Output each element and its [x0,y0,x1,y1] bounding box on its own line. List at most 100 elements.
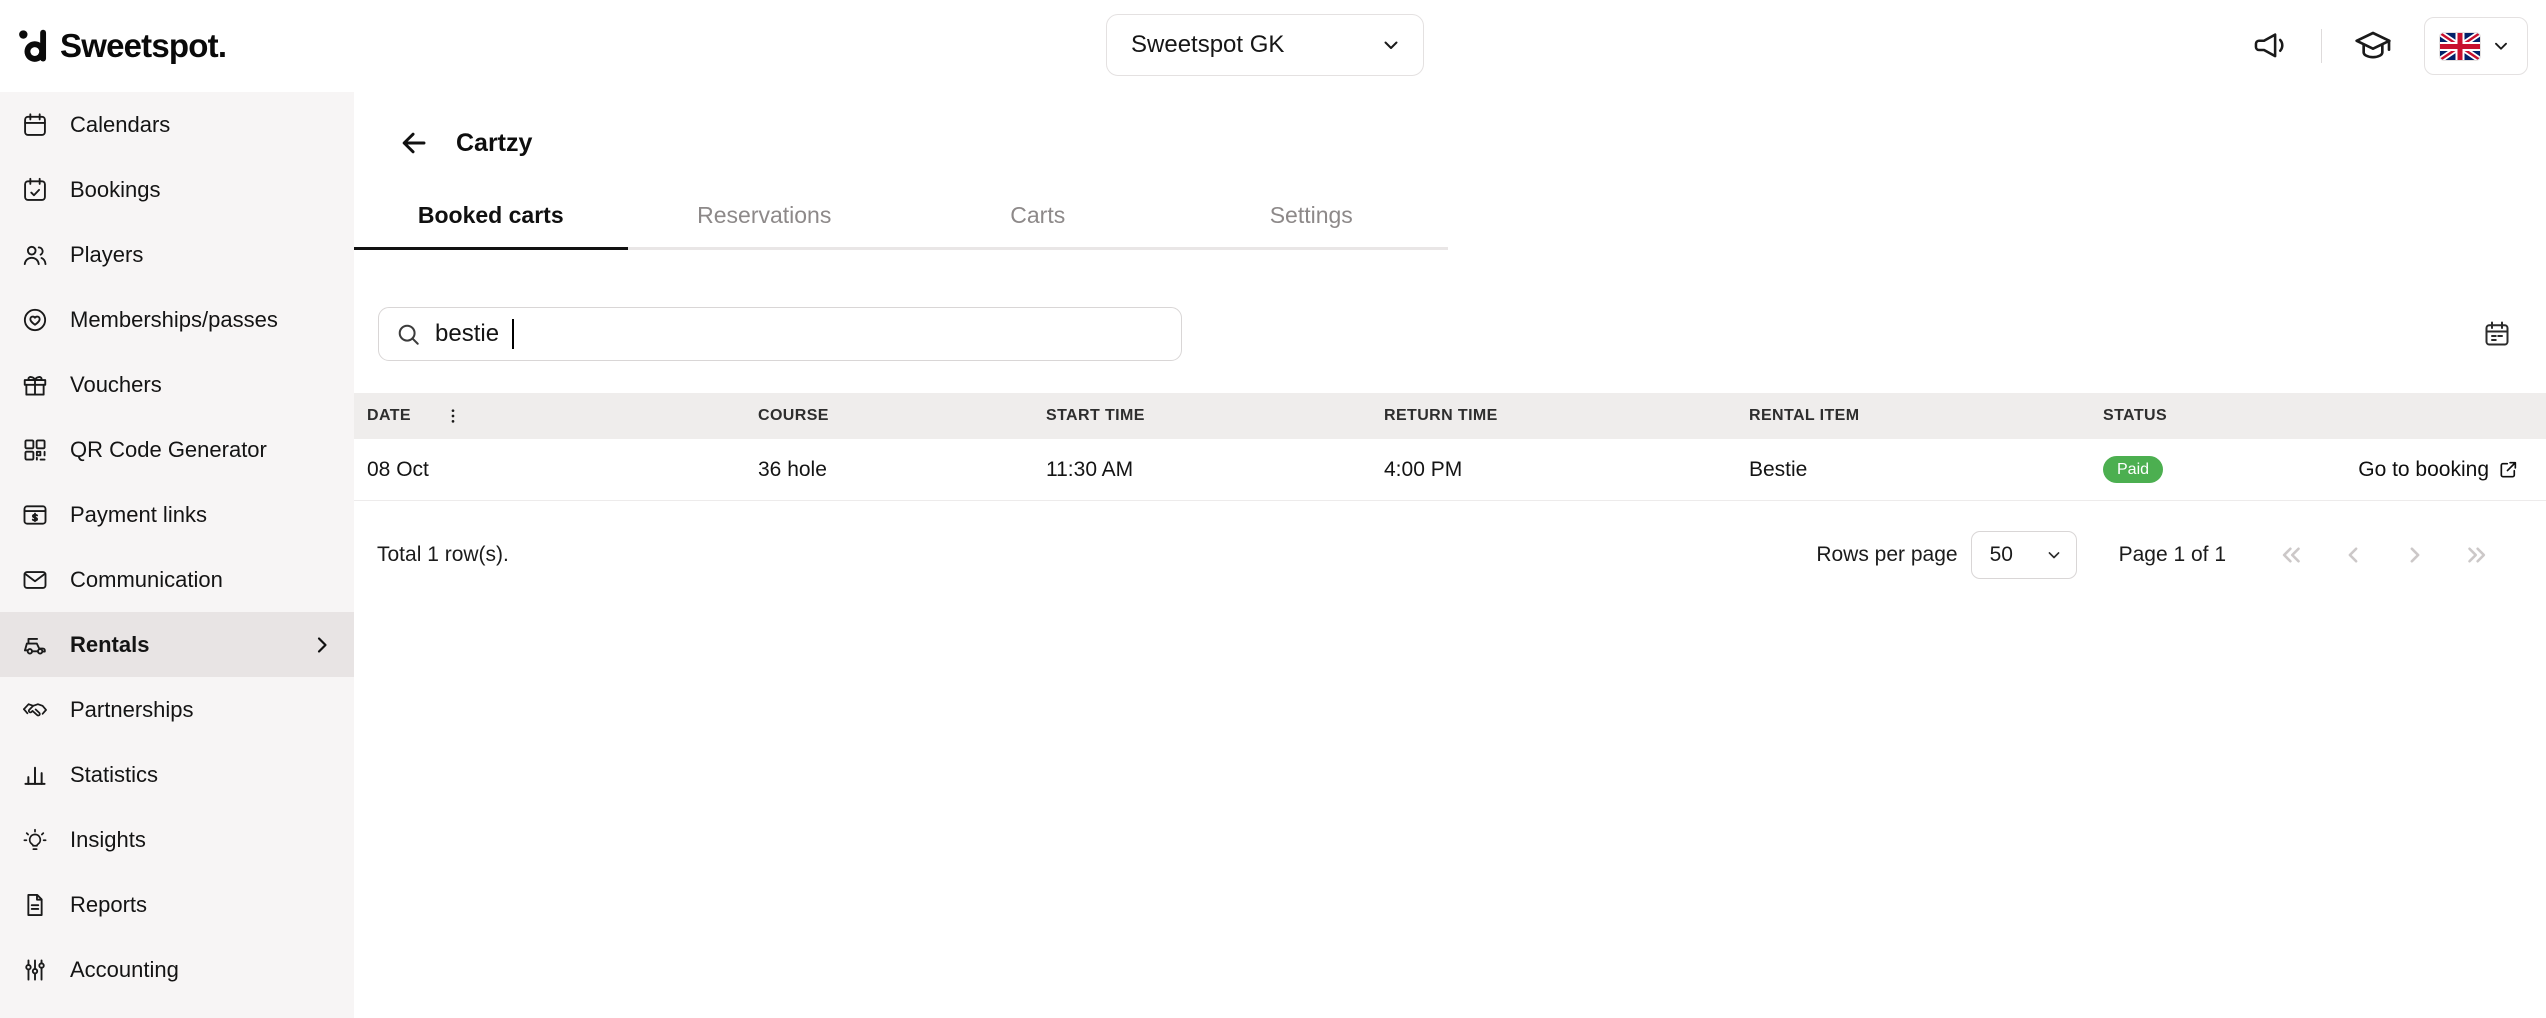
chevron-down-icon [2490,35,2512,57]
chevron-down-icon [1379,33,1403,57]
membership-heart-icon [21,306,49,334]
cell-rental-item: Bestie [1749,458,2103,482]
first-page-button[interactable] [2272,536,2310,574]
chevrons-left-icon [2276,540,2306,570]
sidebar-item-players[interactable]: Players [0,222,354,287]
tab-carts[interactable]: Carts [901,186,1175,247]
last-page-button[interactable] [2458,536,2496,574]
sidebar-item-label: QR Code Generator [70,437,267,463]
people-icon [21,241,49,269]
calendar-check-icon [21,176,49,204]
back-button[interactable] [396,125,432,161]
cell-date: 08 Oct [367,458,758,482]
go-to-booking-link[interactable]: Go to booking [2358,458,2519,482]
calendar-range-icon [2482,319,2512,349]
sidebar-item-qr-code-generator[interactable]: QR Code Generator [0,417,354,482]
total-rows-text: Total 1 row(s). [377,543,509,567]
toolbar: bestie [354,307,2546,361]
sidebar-item-label: Rentals [70,632,149,658]
sidebar-item-reports[interactable]: Reports [0,872,354,937]
date-filter-button[interactable] [2478,315,2516,353]
column-header-return-time: Return time [1384,407,1749,425]
column-header-start-time: Start time [1046,407,1384,425]
tab-booked-carts[interactable]: Booked carts [354,186,628,250]
organization-selector[interactable]: Sweetspot GK [1106,14,1424,76]
tab-reservations[interactable]: Reservations [628,186,902,247]
search-icon [395,321,422,348]
sidebar-item-label: Bookings [70,177,161,203]
column-header-date: Date [367,404,758,428]
next-page-button[interactable] [2396,536,2434,574]
pagination-controls: Rows per page 50 Page 1 of 1 [1816,531,2496,579]
cell-status-action: Paid Go to booking [2103,456,2546,484]
language-selector[interactable] [2424,17,2528,75]
sidebar-item-label: Reports [70,892,147,918]
sidebar-item-partnerships[interactable]: Partnerships [0,677,354,742]
rows-per-page-label: Rows per page [1816,543,1957,567]
table-row[interactable]: 08 Oct 36 hole 11:30 AM 4:00 PM Bestie P… [354,439,2546,501]
cell-course: 36 hole [758,458,1046,482]
sliders-icon [21,956,49,984]
sweetspot-logo-icon [18,27,50,65]
sidebar-item-label: Memberships/passes [70,307,278,333]
search-input[interactable]: bestie [378,307,1182,361]
bar-chart-icon [21,761,49,789]
sidebar-item-label: Calendars [70,112,170,138]
qr-code-icon [21,436,49,464]
sidebar-item-communication[interactable]: Communication [0,547,354,612]
text-cursor [512,319,514,349]
sidebar-item-calendars[interactable]: Calendars [0,92,354,157]
sidebar-item-label: Vouchers [70,372,162,398]
golf-cart-icon [21,631,49,659]
sidebar-item-statistics[interactable]: Statistics [0,742,354,807]
sidebar-item-payment-links[interactable]: Payment links [0,482,354,547]
announcements-button[interactable] [2248,23,2294,69]
sidebar-item-label: Communication [70,567,223,593]
sidebar-item-label: Partnerships [70,697,194,723]
column-header-rental-item: Rental item [1749,407,2103,425]
column-header-course: Course [758,407,1046,425]
sidebar-item-rentals[interactable]: Rentals [0,612,354,677]
tab-settings[interactable]: Settings [1175,186,1449,247]
chevron-down-icon [2044,545,2064,565]
payment-window-icon [21,501,49,529]
sidebar-item-label: Accounting [70,957,179,983]
announcement-icon [2252,27,2290,65]
organization-selector-value: Sweetspot GK [1131,31,1284,59]
academy-icon [2353,26,2393,66]
uk-flag-icon [2440,33,2480,60]
dots-vertical-icon [443,406,463,426]
rows-per-page-select[interactable]: 50 [1971,531,2077,579]
main-content: Cartzy Booked carts Reservations Carts S… [354,92,2546,1018]
page-title: Cartzy [456,129,532,158]
sidebar-item-label: Players [70,242,143,268]
date-column-menu-button[interactable] [441,404,465,428]
chevron-right-icon [310,633,334,657]
page-header: Cartzy [354,122,2546,164]
sidebar-item-accounting[interactable]: Accounting [0,937,354,1002]
calendar-icon [21,111,49,139]
status-badge: Paid [2103,456,2163,484]
lightbulb-icon [21,826,49,854]
sidebar-item-bookings[interactable]: Bookings [0,157,354,222]
cell-start-time: 11:30 AM [1046,458,1384,482]
pager [2272,536,2496,574]
sidebar-item-vouchers[interactable]: Vouchers [0,352,354,417]
logo[interactable]: Sweetspot. [18,27,226,65]
search-input-value: bestie [435,320,499,348]
report-icon [21,891,49,919]
page-info: Page 1 of 1 [2119,543,2226,567]
chevron-right-icon [2400,540,2430,570]
table-footer: Total 1 row(s). Rows per page 50 Page 1 … [354,525,2546,585]
topbar-actions [2248,0,2528,92]
academy-button[interactable] [2349,22,2397,70]
table-header-row: Date Course Start time Return time Renta… [354,393,2546,439]
previous-page-button[interactable] [2334,536,2372,574]
column-header-status: Status [2103,407,2546,425]
sidebar-item-memberships[interactable]: Memberships/passes [0,287,354,352]
sidebar-item-label: Payment links [70,502,207,528]
envelope-icon [21,566,49,594]
arrow-left-icon [398,127,430,159]
sidebar: Calendars Bookings Players Memberships/p… [0,92,354,1018]
sidebar-item-insights[interactable]: Insights [0,807,354,872]
